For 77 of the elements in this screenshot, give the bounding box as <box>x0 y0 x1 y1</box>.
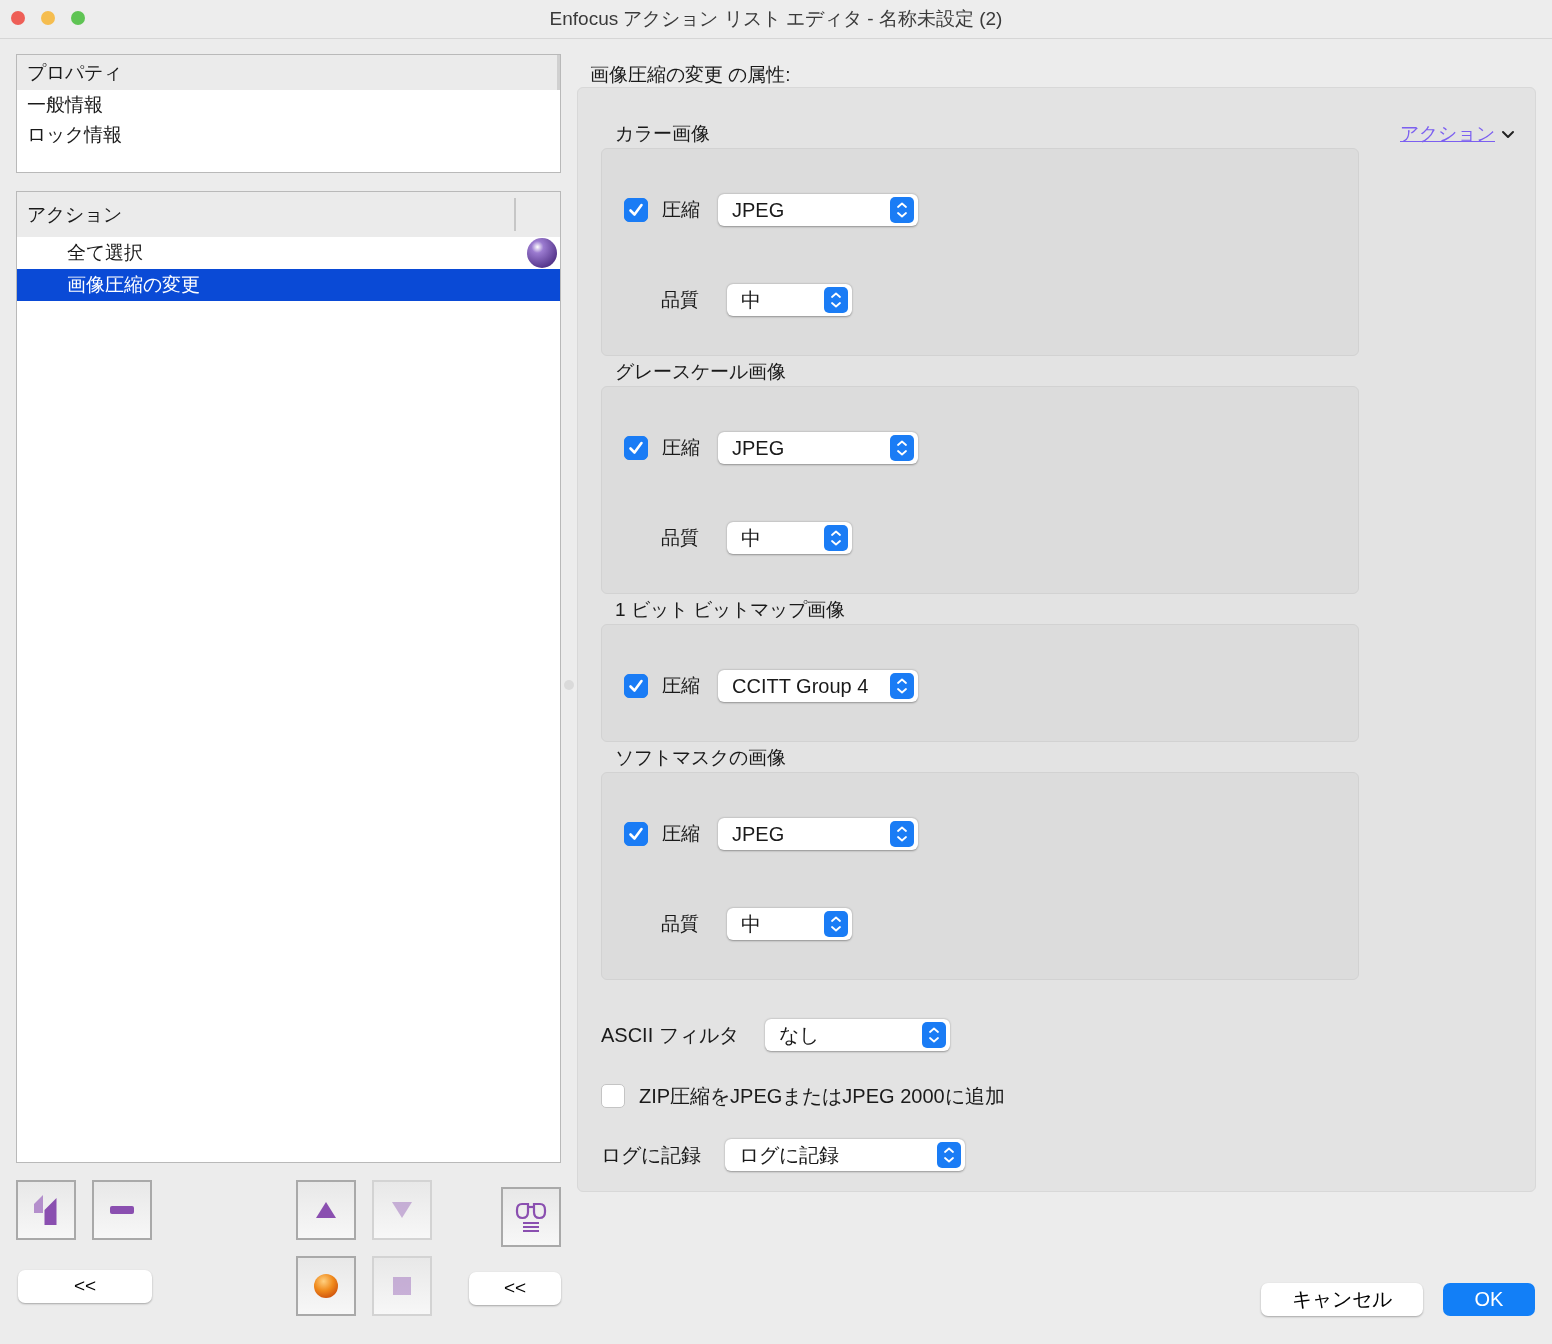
select-value: CCITT Group 4 <box>732 674 869 698</box>
checkmark-icon <box>627 677 645 695</box>
group-title: グレースケール画像 <box>615 360 787 384</box>
checkmark-icon <box>627 439 645 457</box>
duplicate-button[interactable] <box>16 1180 76 1240</box>
option-label: ログに記録 <box>601 1142 701 1168</box>
quality-select[interactable]: 中 <box>727 908 852 940</box>
stepper-icon <box>890 435 914 461</box>
group-title: カラー画像 <box>615 122 711 146</box>
section-heading: 画像圧縮の変更 の属性: <box>590 63 792 87</box>
select-value: 中 <box>741 911 761 937</box>
stepper-icon <box>824 911 848 937</box>
checkbox[interactable] <box>624 436 648 460</box>
up-triangle-icon <box>315 1200 337 1220</box>
inspect-button[interactable] <box>501 1187 561 1247</box>
cancel-button[interactable]: キャンセル <box>1261 1283 1423 1316</box>
group-title: ソフトマスクの画像 <box>615 746 787 770</box>
collapse-button[interactable]: << <box>18 1269 152 1303</box>
option-label: 圧縮 <box>662 674 701 698</box>
option-label: ASCII フィルタ <box>601 1022 739 1048</box>
format-select[interactable]: JPEG <box>718 432 918 464</box>
stepper-icon <box>890 673 914 699</box>
collapse-button[interactable]: << <box>469 1271 561 1305</box>
record-button[interactable] <box>296 1256 356 1316</box>
ball-icon <box>313 1273 339 1299</box>
chevron-down-icon <box>1501 130 1515 140</box>
select-value: 中 <box>741 525 761 551</box>
remove-button[interactable] <box>92 1180 152 1240</box>
window-title: Enfocus アクション リスト エディタ - 名称未設定 (2) <box>549 7 1003 31</box>
quality-select[interactable]: 中 <box>727 522 852 554</box>
option-label: 品質 <box>661 912 700 936</box>
checkmark-icon <box>627 201 645 219</box>
option-label: 品質 <box>661 526 700 550</box>
quality-select[interactable]: 中 <box>727 284 852 316</box>
ok-button[interactable]: OK <box>1443 1283 1535 1316</box>
action-menu-link[interactable]: アクション <box>1400 122 1495 146</box>
up-button[interactable] <box>296 1180 356 1240</box>
stepper-icon <box>890 821 914 847</box>
list-item[interactable]: 一般情報 <box>17 90 560 120</box>
option-label: 圧縮 <box>662 198 701 222</box>
checkbox[interactable] <box>624 674 648 698</box>
select-value: 中 <box>741 287 761 313</box>
log-select[interactable]: ログに記録 <box>725 1139 965 1171</box>
select-value: JPEG <box>732 198 785 222</box>
select-value: JPEG <box>732 822 785 846</box>
checkbox[interactable] <box>624 822 648 846</box>
stepper-icon <box>937 1142 961 1168</box>
option-label: ZIP圧縮をJPEGまたはJPEG 2000に追加 <box>639 1083 1005 1109</box>
glasses-icon <box>514 1200 548 1234</box>
select-value: JPEG <box>732 436 785 460</box>
checkbox[interactable] <box>624 198 648 222</box>
header-label: プロパティ <box>27 60 122 85</box>
square-icon <box>393 1277 411 1295</box>
list-item[interactable]: ロック情報 <box>17 120 560 150</box>
stepper-icon <box>890 197 914 223</box>
group-title: 1 ビット ビットマップ画像 <box>615 598 847 622</box>
format-select[interactable]: CCITT Group 4 <box>718 670 918 702</box>
option-label: 圧縮 <box>662 436 701 460</box>
format-select[interactable]: JPEG <box>718 818 918 850</box>
option-label: 品質 <box>661 288 700 312</box>
select-value: なし <box>778 1022 819 1048</box>
ascii-filter-select[interactable]: なし <box>764 1019 950 1051</box>
stepper-icon <box>824 287 848 313</box>
select-value: ログに記録 <box>739 1142 839 1168</box>
option-label: 圧縮 <box>662 822 701 846</box>
stepper-icon <box>824 525 848 551</box>
stepper-icon <box>921 1022 946 1048</box>
action-item[interactable]: 全て選択 <box>17 237 560 269</box>
header-label: アクション <box>27 202 122 227</box>
checkbox[interactable] <box>601 1084 625 1108</box>
format-select[interactable]: JPEG <box>718 194 918 226</box>
action-item[interactable]: 画像圧縮の変更 <box>17 269 560 301</box>
checkmark-icon <box>627 825 645 843</box>
down-triangle-icon <box>391 1200 413 1220</box>
duplicate-icon <box>33 1195 59 1225</box>
minus-icon <box>110 1205 134 1215</box>
close-button[interactable] <box>11 11 25 25</box>
